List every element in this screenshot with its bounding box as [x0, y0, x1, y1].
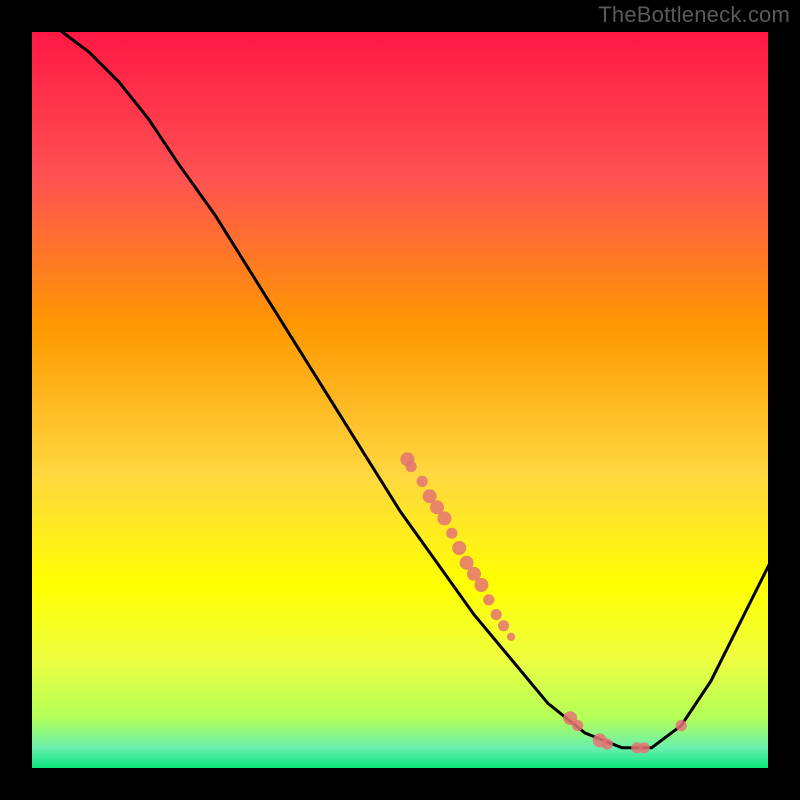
data-point [417, 476, 428, 487]
chart-container: TheBottleneck.com [0, 0, 800, 800]
data-point [491, 609, 502, 620]
data-point [406, 461, 417, 472]
plot-background [30, 30, 770, 770]
data-point [572, 720, 583, 731]
data-point [639, 742, 650, 753]
data-point [446, 528, 457, 539]
data-point [498, 620, 509, 631]
data-point [676, 720, 687, 731]
data-point [452, 541, 466, 555]
data-point [474, 578, 488, 592]
data-point [507, 633, 515, 641]
bottleneck-chart [0, 0, 800, 800]
data-point [437, 511, 451, 525]
data-point [483, 594, 494, 605]
data-point [602, 739, 613, 750]
watermark-text: TheBottleneck.com [598, 2, 790, 28]
